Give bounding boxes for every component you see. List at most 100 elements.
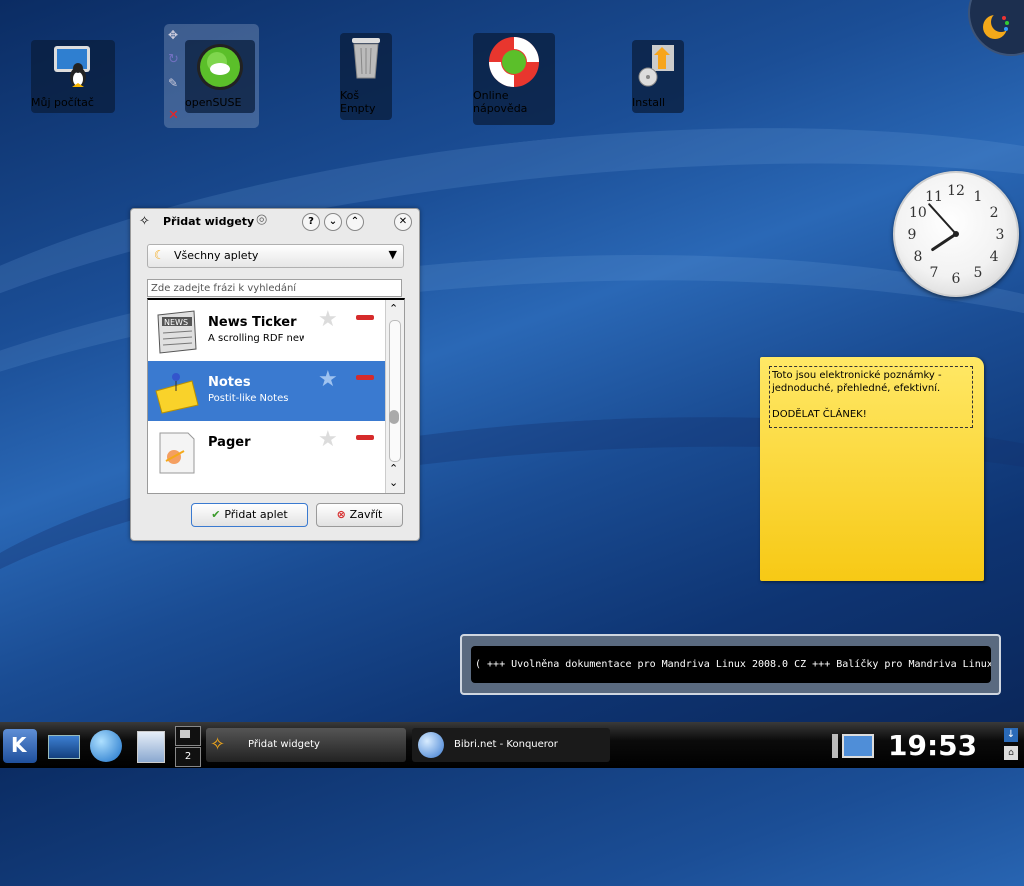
clock-numeral: 1 — [974, 189, 983, 205]
pager-icon — [159, 432, 195, 474]
svg-text:NEWS: NEWS — [164, 318, 188, 327]
applet-list: NEWS News Ticker A scrolling RDF news ★ … — [147, 298, 405, 494]
pager-desktop-1[interactable] — [175, 726, 201, 746]
add-widgets-dialog: ✧ Přidat widgety ◎ ? ⌄ ⌃ ✕ ☾ Všechny apl… — [130, 208, 420, 541]
clock-time[interactable]: 19:53 — [888, 729, 977, 763]
desktop-icon-label: Koš — [340, 89, 360, 102]
favorite-star-icon[interactable]: ★ — [318, 309, 338, 331]
chevron-down-icon: ▼ — [388, 248, 397, 261]
scroll-up-icon[interactable]: ⌃ — [389, 462, 398, 475]
category-select[interactable]: ☾ Všechny aplety ▼ — [147, 244, 404, 268]
move-icon[interactable]: ✥ — [168, 28, 178, 42]
list-item[interactable]: NEWS News Ticker A scrolling RDF news ★ — [148, 301, 385, 361]
search-input[interactable]: Zde zadejte frázi k vyhledání — [147, 279, 402, 297]
clock-numeral: 4 — [990, 249, 999, 265]
help-button[interactable]: ? — [302, 213, 320, 231]
add-applet-label: Přidat aplet — [224, 508, 288, 521]
task-konqueror[interactable]: Bibri.net - Konqueror — [412, 728, 610, 762]
favorite-star-icon[interactable]: ★ — [318, 429, 338, 451]
desktop-toolbox-button[interactable] — [968, 0, 1024, 56]
applet-name: Notes — [208, 375, 251, 390]
favorite-star-icon[interactable]: ★ — [318, 369, 338, 391]
task-add-widgets[interactable]: ✧ Přidat widgety — [206, 728, 406, 762]
sticky-note[interactable]: Toto jsou elektronické poznámky - jednod… — [760, 357, 984, 581]
applet-description: Postit-like Notes — [208, 393, 289, 404]
cancel-icon: ⊗ — [336, 508, 350, 521]
download-arrow-icon[interactable]: ↓ — [1004, 728, 1018, 742]
list-item-selected[interactable]: Notes Postit-like Notes ★ — [148, 361, 385, 421]
applet-name: News Ticker — [208, 315, 297, 330]
scrollbar-track[interactable] — [389, 320, 401, 462]
category-select-value: Všechny aplety — [174, 249, 259, 262]
install-icon — [638, 45, 674, 87]
scrollbar-thumb[interactable] — [389, 410, 399, 424]
my-computer-icon — [54, 46, 90, 87]
close-button[interactable]: ⊗ Zavřít — [316, 503, 403, 527]
clock-numeral: 11 — [925, 189, 943, 205]
clock-numeral: 10 — [909, 205, 927, 221]
remove-icon[interactable]: ✕ — [168, 108, 179, 123]
file-manager-icon[interactable] — [137, 731, 165, 763]
clock-numeral: 3 — [996, 227, 1005, 243]
pager-desktop-2[interactable]: 2 — [175, 747, 201, 767]
close-window-button[interactable]: ✕ — [394, 213, 412, 231]
clock-numeral: 12 — [947, 183, 965, 199]
scroll-up-icon[interactable]: ⌃ — [389, 302, 398, 315]
trash-icon — [352, 38, 380, 79]
applet-description: A scrolling RDF news — [208, 333, 304, 344]
opensuse-small-icon: ◎ — [256, 212, 268, 227]
newspaper-icon: NEWS — [157, 310, 197, 354]
browser-globe-icon[interactable] — [90, 730, 122, 762]
desktop-icon-label: Install — [632, 96, 666, 109]
scroll-down-icon[interactable]: ⌄ — [389, 476, 398, 489]
taskbar: K 2 ✧ Přidat widgety Bibri.net - Konquer… — [0, 722, 1024, 768]
desktop-icon-my-computer[interactable]: Můj počítač — [31, 40, 115, 113]
list-scrollbar[interactable]: ⌃ ⌃ ⌄ — [385, 300, 404, 493]
close-label: Zavřít — [349, 508, 383, 521]
sticky-note-icon — [155, 373, 199, 414]
desktop-icon-label: Můj počítač — [31, 96, 94, 109]
desktop-icon-label: openSUSE — [185, 96, 242, 109]
clock-numeral: 6 — [952, 271, 961, 287]
minimize-button[interactable]: ⌄ — [324, 213, 342, 231]
kde-moon-icon — [983, 12, 1010, 39]
ticker-text[interactable]: ( +++ Uvolněna dokumentace pro Mandriva … — [471, 646, 991, 683]
news-ticker: ( +++ Uvolněna dokumentace pro Mandriva … — [460, 634, 1001, 695]
hour-hand — [931, 232, 958, 251]
desktop-icon-opensuse[interactable]: openSUSE — [185, 40, 255, 113]
konqueror-icon — [418, 732, 444, 758]
kde-menu-button[interactable]: K — [3, 729, 37, 763]
help-lifebuoy-icon — [489, 37, 539, 87]
wand-icon: ✧ — [139, 214, 150, 229]
analog-clock: 12 1 2 3 4 5 6 7 8 9 10 11 — [893, 171, 1019, 297]
note-text[interactable]: Toto jsou elektronické poznámky - jednod… — [769, 366, 973, 428]
opensuse-icon — [197, 44, 243, 90]
dialog-title: Přidat widgety — [163, 215, 255, 228]
show-desktop-icon[interactable] — [48, 735, 80, 759]
desktop-icon-trash[interactable]: Koš Empty — [340, 33, 392, 120]
desktop-icon-online-help[interactable]: Online nápověda — [473, 33, 555, 125]
remove-applet-icon[interactable] — [356, 435, 374, 440]
lock-icon[interactable]: ⌂ — [1004, 746, 1018, 760]
maximize-button[interactable]: ⌃ — [346, 213, 364, 231]
list-item[interactable]: Pager ★ — [148, 421, 385, 481]
remove-applet-icon[interactable] — [356, 315, 374, 320]
kde-logo-icon: K — [11, 733, 27, 757]
rotate-icon[interactable]: ↻ — [168, 52, 179, 67]
applet-name: Pager — [208, 435, 251, 450]
add-applet-button[interactable]: ✔ Přidat aplet — [191, 503, 308, 527]
clock-face: 12 12 3 45678 9 1011 — [908, 183, 1005, 287]
kde-moon-small-icon: ☾ — [154, 248, 165, 262]
checkmark-icon: ✔ — [211, 508, 225, 521]
minute-hand — [928, 203, 957, 235]
desktop-icon-label: nápověda — [473, 102, 528, 115]
network-monitor-icon[interactable] — [832, 732, 874, 760]
dialog-titlebar[interactable]: ✧ Přidat widgety ◎ ? ⌄ ⌃ ✕ — [131, 209, 419, 233]
desktop-pager[interactable]: 2 — [175, 726, 201, 767]
desktop-icon-install[interactable]: Install — [632, 40, 684, 113]
clock-numeral: 2 — [990, 205, 999, 221]
clock-numeral: 5 — [974, 265, 983, 281]
remove-applet-icon[interactable] — [356, 375, 374, 380]
task-label: Bibri.net - Konqueror — [454, 739, 558, 750]
wrench-icon[interactable]: ✎ — [168, 76, 178, 90]
